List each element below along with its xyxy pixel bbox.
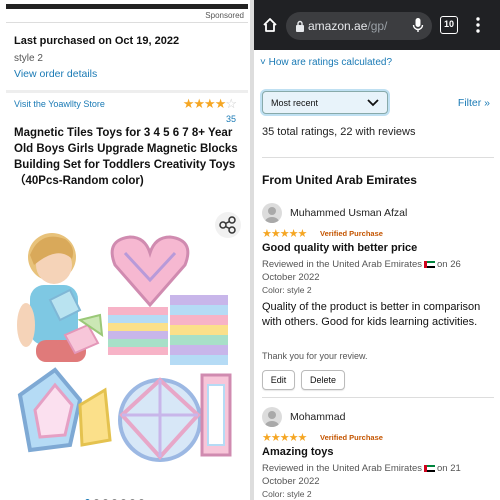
reviews-panel: amazon.ae/gp/ 10 ˅ How are ratings calcu… [254, 0, 500, 500]
user-icon [265, 411, 279, 427]
section-divider [6, 90, 248, 93]
review-thanks-text: Thank you for your review. [262, 351, 368, 361]
review-body: Quality of the product is better in comp… [262, 301, 481, 328]
top-divider-bar [6, 4, 248, 9]
review-variant[interactable]: Color: style 2 [262, 285, 312, 295]
verified-purchase-badge: Verified Purchase [320, 229, 383, 238]
product-rating-stars[interactable]: ★★★★☆ [182, 96, 237, 112]
section-heading: From United Arab Emirates [262, 173, 417, 187]
review-title[interactable]: Good quality with better price [262, 242, 417, 254]
last-purchased-text: Last purchased on Oct 19, 2022 [14, 35, 180, 47]
product-title: Magnetic Tiles Toys for 3 4 5 6 7 8+ Yea… [14, 127, 238, 187]
menu-icon[interactable] [476, 16, 480, 34]
reviewed-in-text: Reviewed in the United Arab Emirates [262, 259, 422, 270]
avatar [262, 407, 282, 427]
visit-store-link[interactable]: Visit the Yoawllty Store [14, 99, 105, 109]
user-icon [265, 207, 279, 223]
product-rating-count[interactable]: 35 [226, 114, 236, 124]
edit-button[interactable]: Edit [262, 370, 295, 390]
star-icon: ★ [182, 96, 195, 111]
uae-flag-icon [424, 464, 435, 472]
divider [6, 22, 248, 23]
address-bar[interactable]: amazon.ae/gp/ [286, 12, 432, 40]
sort-value: Most recent [271, 98, 319, 108]
total-ratings-text: 35 total ratings, 22 with reviews [262, 126, 416, 138]
uae-flag-icon [424, 260, 435, 268]
star-icon: ★ [193, 96, 205, 111]
share-icon [219, 216, 236, 234]
carousel-indicators[interactable] [85, 491, 148, 500]
star-icon: ★ [214, 96, 227, 111]
ratings-calculated-label: How are ratings calculated? [268, 57, 393, 68]
reviewed-in-text: Reviewed in the United Arab Emirates [262, 463, 422, 474]
star-icon: ☆ [225, 96, 237, 111]
chevron-down-icon: ˅ [260, 57, 269, 68]
share-button[interactable] [215, 212, 241, 238]
sort-select[interactable]: Most recent [262, 91, 388, 114]
browser-toolbar: amazon.ae/gp/ 10 [254, 0, 500, 50]
review-title[interactable]: Amazing toys [262, 446, 334, 458]
url-host: amazon.ae [308, 19, 368, 33]
review-stars: ★★★★★ [262, 432, 307, 444]
url-path: /gp/ [367, 19, 388, 33]
star-icon: ★ [204, 96, 216, 111]
url-text: amazon.ae/gp/ [308, 19, 387, 33]
product-image[interactable] [10, 225, 238, 465]
divider [262, 157, 494, 158]
chevron-down-icon [367, 99, 379, 107]
review-variant[interactable]: Color: style 2 [262, 489, 312, 499]
reviewer-name[interactable]: Mohammad [290, 411, 345, 423]
ratings-calculated-link[interactable]: ˅ How are ratings calculated? [260, 57, 392, 68]
lock-icon [296, 20, 304, 32]
reviewer-name[interactable]: Muhammed Usman Afzal [290, 207, 407, 219]
mic-icon[interactable] [412, 17, 424, 33]
review-date: Reviewed in the United Arab Emirates on 2… [262, 258, 494, 284]
tabs-icon[interactable]: 10 [440, 16, 458, 34]
divider [262, 397, 494, 398]
purchased-style: style 2 [14, 53, 43, 64]
sponsored-label: Sponsored [205, 11, 244, 20]
review-stars: ★★★★★ [262, 228, 307, 240]
delete-button[interactable]: Delete [301, 370, 345, 390]
view-order-details-link[interactable]: View order details [14, 68, 97, 80]
avatar [262, 203, 282, 223]
home-icon[interactable] [262, 17, 278, 33]
verified-purchase-badge: Verified Purchase [320, 433, 383, 442]
filter-link[interactable]: Filter » [458, 97, 490, 109]
review-date: Reviewed in the United Arab Emirates on 2… [262, 462, 494, 488]
product-panel: Sponsored Last purchased on Oct 19, 2022… [0, 0, 250, 500]
